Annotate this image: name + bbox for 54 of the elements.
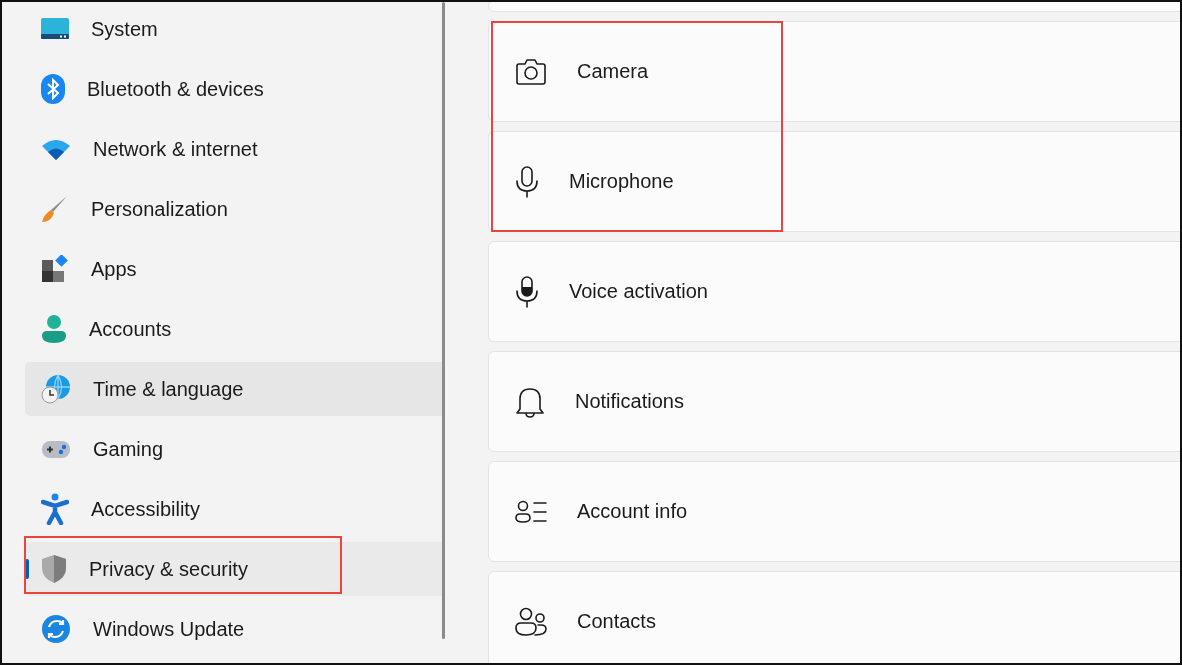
settings-card[interactable]	[488, 2, 1180, 12]
nav-item[interactable]: Accounts	[25, 302, 442, 356]
nav-label: Bluetooth & devices	[87, 77, 264, 101]
person-icon	[41, 314, 67, 344]
bluetooth-icon	[41, 74, 65, 104]
person-list-icon	[515, 499, 547, 524]
nav-item[interactable]: System	[25, 2, 442, 56]
microphone-icon	[515, 165, 539, 198]
apps-icon	[41, 255, 69, 283]
nav-label: Time & language	[93, 377, 244, 401]
card-label: Contacts	[577, 610, 656, 633]
accessibility-icon	[41, 493, 69, 525]
nav-item[interactable]: Gaming	[25, 422, 442, 476]
nav-label: Personalization	[91, 197, 228, 221]
nav-item[interactable]: Bluetooth & devices	[25, 62, 442, 116]
nav-label: Gaming	[93, 437, 164, 461]
microphone-icon	[515, 275, 539, 308]
nav-item[interactable]: Apps	[25, 242, 442, 296]
card-label: Microphone	[569, 170, 674, 193]
card-label: Notifications	[575, 390, 684, 413]
scrollbar[interactable]	[442, 2, 445, 639]
nav-label: Accessibility	[91, 497, 200, 521]
nav-label: System	[91, 17, 158, 41]
paintbrush-icon	[41, 195, 69, 223]
monitor-icon	[41, 18, 69, 40]
nav-item[interactable]: Time & language	[25, 362, 442, 416]
nav-item[interactable]: Windows Update	[25, 602, 442, 656]
nav-label: Apps	[91, 257, 137, 281]
nav-label: Windows Update	[93, 617, 245, 641]
nav-label: Network & internet	[93, 137, 258, 161]
settings-card[interactable]: Contacts	[488, 571, 1180, 663]
nav-label: Privacy & security	[89, 557, 248, 581]
gamepad-icon	[41, 438, 71, 460]
nav-item[interactable]: Accessibility	[25, 482, 442, 536]
globe-clock-icon	[41, 374, 71, 404]
shield-icon	[41, 554, 67, 584]
settings-card[interactable]: Camera	[488, 21, 1180, 122]
settings-card[interactable]: Microphone	[488, 131, 1180, 232]
settings-card[interactable]: Account info	[488, 461, 1180, 562]
selection-indicator	[25, 559, 29, 579]
card-label: Camera	[577, 60, 649, 83]
people-icon	[515, 606, 547, 637]
bell-icon	[515, 385, 545, 418]
settings-card[interactable]: Notifications	[488, 351, 1180, 452]
settings-card[interactable]: Voice activation	[488, 241, 1180, 342]
sync-icon	[41, 614, 71, 644]
nav-label: Accounts	[89, 317, 172, 341]
camera-icon	[515, 57, 547, 86]
nav-item[interactable]: Network & internet	[25, 122, 442, 176]
card-label: Account info	[577, 500, 688, 523]
wifi-icon	[41, 138, 71, 160]
nav-item[interactable]: Personalization	[25, 182, 442, 236]
card-label: Voice activation	[569, 280, 708, 303]
nav-item[interactable]: Privacy & security	[25, 542, 442, 596]
